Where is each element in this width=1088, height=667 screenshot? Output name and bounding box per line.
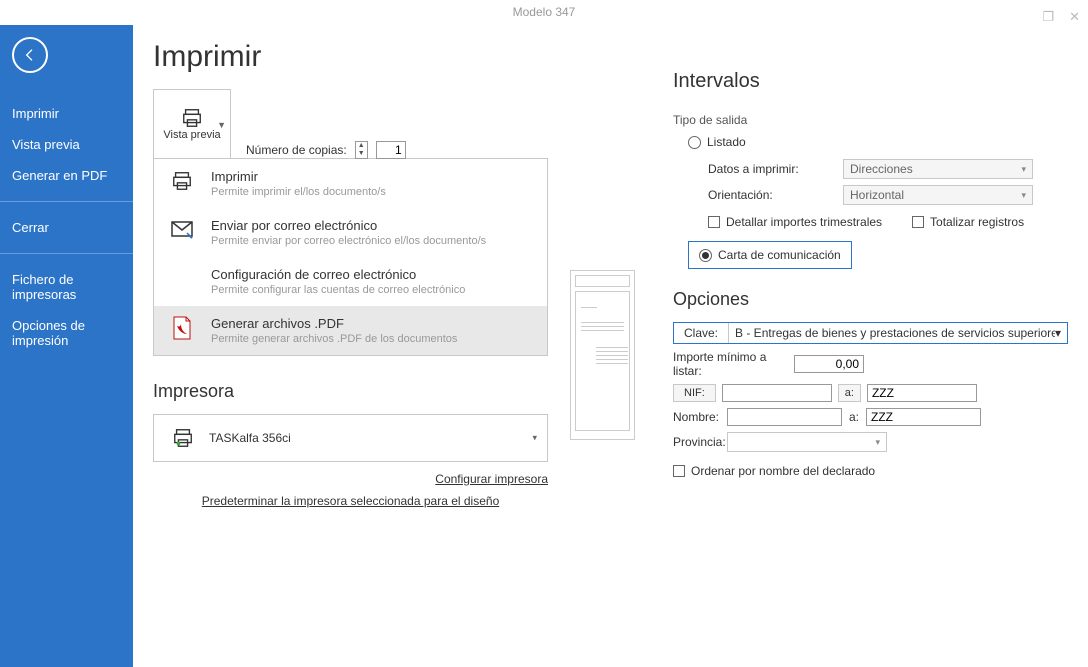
tipo-salida-label: Tipo de salida [673,113,1068,127]
dd-enviar-correo[interactable]: Enviar por correo electrónico Permite en… [154,208,547,257]
window-title: Modelo 347 [513,5,576,19]
select-value: Direcciones [850,162,913,176]
radio-listado[interactable]: Listado [688,135,1068,149]
vista-previa-button[interactable]: Vista previa ▼ [153,89,231,159]
clave-row: Clave: B - Entregas de bienes y prestaci… [673,322,1068,344]
checkbox-label: Ordenar por nombre del declarado [691,464,875,478]
printer-icon [169,427,197,449]
page-title: Imprimir [153,40,633,74]
radio-carta[interactable]: Carta de comunicación [688,241,852,269]
dd-title: Enviar por correo electrónico [211,218,533,233]
printer-icon [178,107,206,129]
select-value: B - Entregas de bienes y prestaciones de… [735,326,1055,340]
dd-desc: Permite generar archivos .PDF de los doc… [211,333,533,345]
back-button[interactable] [12,37,48,73]
clave-label: Clave: [674,326,728,340]
radio-icon [699,249,712,262]
provincia-label: Provincia: [673,435,721,449]
pdf-icon [168,316,196,340]
radio-label: Carta de comunicación [718,248,841,262]
checkbox-label: Detallar importes trimestrales [726,215,882,229]
dd-config-correo[interactable]: Configuración de correo electrónico Perm… [154,257,547,306]
dd-desc: Permite imprimir el/los documento/s [211,186,533,198]
sidebar-item-imprimir[interactable]: Imprimir [0,98,133,129]
nombre-label: Nombre: [673,410,721,424]
a-label: a: [838,384,861,402]
dd-desc: Permite configurar las cuentas de correo… [211,284,533,296]
checkbox-icon [912,216,924,228]
opciones-heading: Opciones [673,289,1068,310]
copies-label: Número de copias: [246,143,347,157]
printer-selector[interactable]: TASKalfa 356ci ▾ [153,414,548,462]
chevron-down-icon: ▾ [1055,326,1061,340]
predeterminar-impresora-link[interactable]: Predeterminar la impresora seleccionada … [202,494,500,508]
printer-name: TASKalfa 356ci [209,431,291,445]
blank-icon [168,267,196,291]
datos-imprimir-label: Datos a imprimir: [708,162,833,176]
importe-label: Importe mínimo a listar: [673,350,788,378]
checkbox-label: Totalizar registros [930,215,1024,229]
provincia-select[interactable]: ▾ [727,432,887,452]
restore-icon[interactable]: ❐ [1042,4,1054,29]
radio-icon [688,136,701,149]
dd-title: Generar archivos .PDF [211,316,533,331]
clave-select[interactable]: B - Entregas de bienes y prestaciones de… [728,323,1067,343]
actions-dropdown: Imprimir Permite imprimir el/los documen… [153,158,548,356]
totalizar-checkbox[interactable]: Totalizar registros [912,215,1024,229]
nombre-from-input[interactable] [727,408,842,426]
chevron-down-icon: ▾ [1021,190,1026,201]
sidebar-item-fichero-impresoras[interactable]: Fichero de impresoras [0,264,133,310]
sidebar-item-cerrar[interactable]: Cerrar [0,212,133,243]
nif-to-input[interactable] [867,384,977,402]
nombre-to-input[interactable] [866,408,981,426]
radio-label: Listado [707,135,746,149]
configurar-impresora-link[interactable]: Configurar impresora [435,472,548,486]
chevron-down-icon: ▾ [875,437,880,448]
copies-input[interactable] [376,141,406,159]
detallar-checkbox[interactable]: Detallar importes trimestrales [708,215,882,229]
printer-icon [168,169,196,193]
close-icon[interactable]: ✕ [1069,4,1080,29]
sidebar-item-generar-pdf[interactable]: Generar en PDF [0,160,133,191]
copies-spinner[interactable]: ▲▼ [355,141,368,159]
dd-generar-pdf[interactable]: Generar archivos .PDF Permite generar ar… [154,306,547,355]
chevron-down-icon: ▾ [532,433,537,444]
nif-button[interactable]: NIF: [673,384,716,402]
document-preview [570,270,635,440]
datos-imprimir-select[interactable]: Direcciones ▾ [843,159,1033,179]
orientacion-select[interactable]: Horizontal ▾ [843,185,1033,205]
orientacion-label: Orientación: [708,188,833,202]
nif-from-input[interactable] [722,384,832,402]
importe-input[interactable] [794,355,864,373]
chevron-down-icon: ▾ [1021,164,1026,175]
impresora-heading: Impresora [153,381,633,402]
checkbox-icon [708,216,720,228]
sidebar-item-opciones-impresion[interactable]: Opciones de impresión [0,310,133,356]
dd-desc: Permite enviar por correo electrónico el… [211,235,533,247]
a-label: a: [848,410,860,424]
ordenar-checkbox[interactable]: Ordenar por nombre del declarado [673,464,1068,478]
sidebar-item-vista-previa[interactable]: Vista previa [0,129,133,160]
vista-previa-label: Vista previa [163,129,220,141]
select-value: Horizontal [850,188,904,202]
intervalos-heading: Intervalos [673,70,1068,93]
mail-icon [168,218,196,242]
checkbox-icon [673,465,685,477]
dd-imprimir[interactable]: Imprimir Permite imprimir el/los documen… [154,159,547,208]
dd-title: Configuración de correo electrónico [211,267,533,282]
dd-title: Imprimir [211,169,533,184]
chevron-down-icon[interactable]: ▼ [217,120,226,130]
sidebar: Imprimir Vista previa Generar en PDF Cer… [0,25,133,667]
